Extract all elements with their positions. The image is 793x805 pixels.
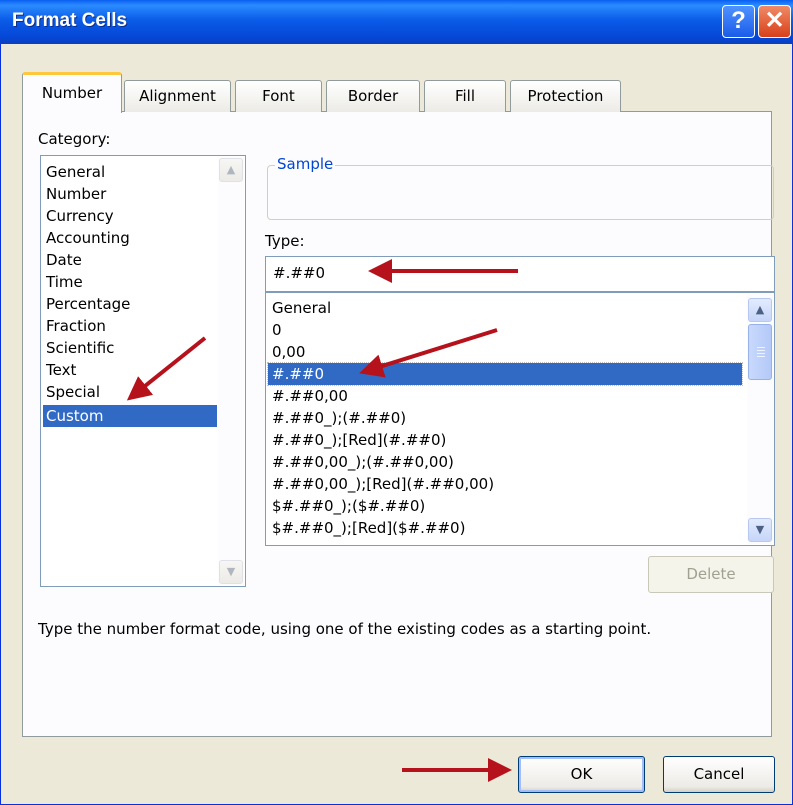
- red-arrow-icon: [359, 328, 498, 378]
- annotation-arrows: [126, 259, 518, 782]
- red-arrow-icon: [126, 336, 207, 401]
- tab-number[interactable]: Number: [22, 72, 122, 113]
